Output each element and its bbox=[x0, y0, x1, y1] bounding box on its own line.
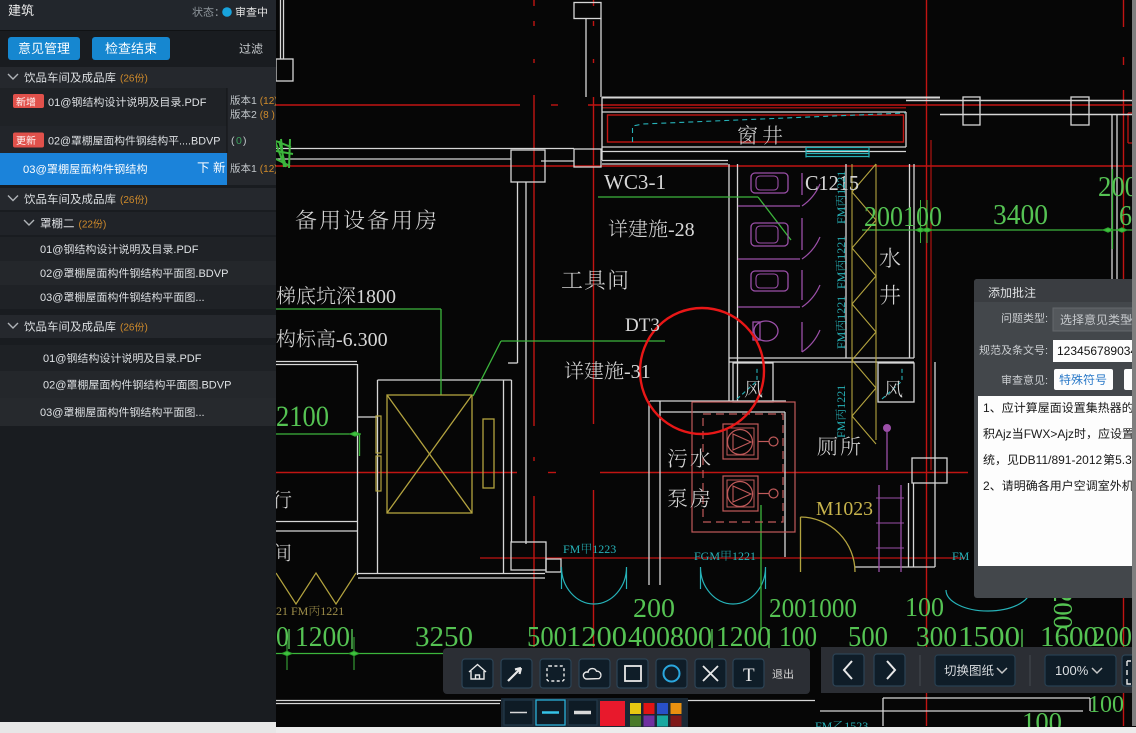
svg-text:WC3-1: WC3-1 bbox=[604, 170, 666, 194]
svg-text:FM: FM bbox=[563, 542, 581, 556]
svg-text:1221: 1221 bbox=[834, 236, 848, 260]
svg-text:100: 100 bbox=[1088, 692, 1124, 718]
svg-text:2: 2 bbox=[983, 479, 990, 493]
svg-text:2100: 2100 bbox=[276, 400, 329, 433]
svg-text:-31: -31 bbox=[624, 361, 651, 383]
svg-text:1221: 1221 bbox=[320, 604, 344, 618]
svg-text:1800: 1800 bbox=[356, 286, 396, 308]
svg-text:FGM: FGM bbox=[694, 549, 720, 563]
svg-text:Ajz: Ajz bbox=[995, 427, 1012, 441]
svg-text:DT3: DT3 bbox=[625, 315, 660, 336]
svg-text:.PDF: .PDF bbox=[176, 353, 201, 365]
svg-text:100%: 100% bbox=[1055, 663, 1089, 678]
svg-text:01@: 01@ bbox=[48, 97, 71, 109]
svg-text:1221: 1221 bbox=[834, 385, 848, 409]
svg-text:): ) bbox=[145, 323, 148, 334]
svg-text:03@: 03@ bbox=[40, 407, 63, 419]
svg-text:...: ... bbox=[195, 407, 204, 419]
svg-text:1: 1 bbox=[251, 95, 257, 107]
svg-text:(22: (22 bbox=[79, 220, 94, 231]
svg-text:0: 0 bbox=[236, 135, 242, 147]
svg-text:FM: FM bbox=[952, 549, 970, 563]
svg-text:6: 6 bbox=[1119, 201, 1132, 232]
svg-text:1221: 1221 bbox=[834, 296, 848, 320]
svg-text:0: 0 bbox=[276, 621, 289, 653]
svg-text:FM: FM bbox=[834, 331, 848, 349]
svg-text:T: T bbox=[743, 665, 755, 686]
svg-text:FM: FM bbox=[834, 206, 848, 224]
svg-text:200: 200 bbox=[633, 593, 675, 623]
svg-text:2001000: 2001000 bbox=[769, 593, 857, 623]
svg-text:02@: 02@ bbox=[40, 268, 63, 280]
svg-text:): ) bbox=[243, 135, 247, 147]
svg-text:2: 2 bbox=[251, 109, 257, 121]
svg-text:02@: 02@ bbox=[48, 136, 71, 148]
svg-text:.BDVP: .BDVP bbox=[198, 380, 231, 392]
svg-text:01@: 01@ bbox=[40, 244, 63, 256]
svg-text:(12): (12) bbox=[260, 96, 278, 107]
svg-text:1221: 1221 bbox=[732, 549, 756, 563]
svg-text:-6.300: -6.300 bbox=[336, 329, 388, 351]
svg-text:FWX>Ajz: FWX>Ajz bbox=[1024, 427, 1074, 441]
svg-text:(12): (12) bbox=[260, 164, 278, 175]
svg-text:100: 100 bbox=[905, 592, 944, 622]
svg-text:200: 200 bbox=[1098, 172, 1136, 203]
svg-text::: : bbox=[1045, 345, 1048, 357]
svg-text:1: 1 bbox=[983, 401, 990, 415]
svg-text:03@: 03@ bbox=[40, 292, 63, 304]
svg-text:.BDVP: .BDVP bbox=[195, 268, 228, 280]
svg-text:...: ... bbox=[195, 292, 204, 304]
svg-text:(26: (26 bbox=[120, 195, 135, 206]
svg-text:03@: 03@ bbox=[23, 164, 47, 176]
svg-text::: : bbox=[1045, 375, 1048, 387]
svg-text:1223: 1223 bbox=[592, 542, 616, 556]
svg-text:.PDF: .PDF bbox=[181, 97, 206, 109]
svg-text::: : bbox=[1045, 313, 1048, 325]
svg-text:02@: 02@ bbox=[43, 380, 66, 392]
svg-text:200100: 200100 bbox=[864, 201, 942, 233]
svg-text:(: ( bbox=[231, 135, 235, 147]
svg-text:12345678903456: 12345678903456 bbox=[1057, 344, 1136, 358]
svg-text:FM: FM bbox=[834, 271, 848, 289]
svg-text:-28: -28 bbox=[668, 219, 695, 241]
svg-text:): ) bbox=[145, 74, 148, 85]
svg-text:3400: 3400 bbox=[993, 200, 1048, 231]
svg-text:DB11/891-2012: DB11/891-2012 bbox=[1019, 453, 1103, 467]
svg-text:.PDF: .PDF bbox=[173, 244, 198, 256]
svg-text:1: 1 bbox=[251, 163, 257, 175]
svg-text:(8 ): (8 ) bbox=[260, 110, 275, 121]
svg-text:): ) bbox=[145, 195, 148, 206]
svg-text:C1215: C1215 bbox=[805, 171, 859, 195]
svg-text:21 FM: 21 FM bbox=[276, 604, 309, 618]
svg-text:(26: (26 bbox=[120, 74, 135, 85]
svg-text:1221: 1221 bbox=[834, 171, 848, 195]
svg-text:): ) bbox=[103, 220, 106, 231]
svg-text:(26: (26 bbox=[120, 323, 135, 334]
svg-text:01@: 01@ bbox=[43, 353, 66, 365]
svg-text:M1023: M1023 bbox=[816, 498, 873, 520]
svg-text:....BDVP: ....BDVP bbox=[179, 136, 220, 148]
svg-text:1200: 1200 bbox=[295, 621, 350, 653]
svg-text:FM: FM bbox=[834, 420, 848, 438]
